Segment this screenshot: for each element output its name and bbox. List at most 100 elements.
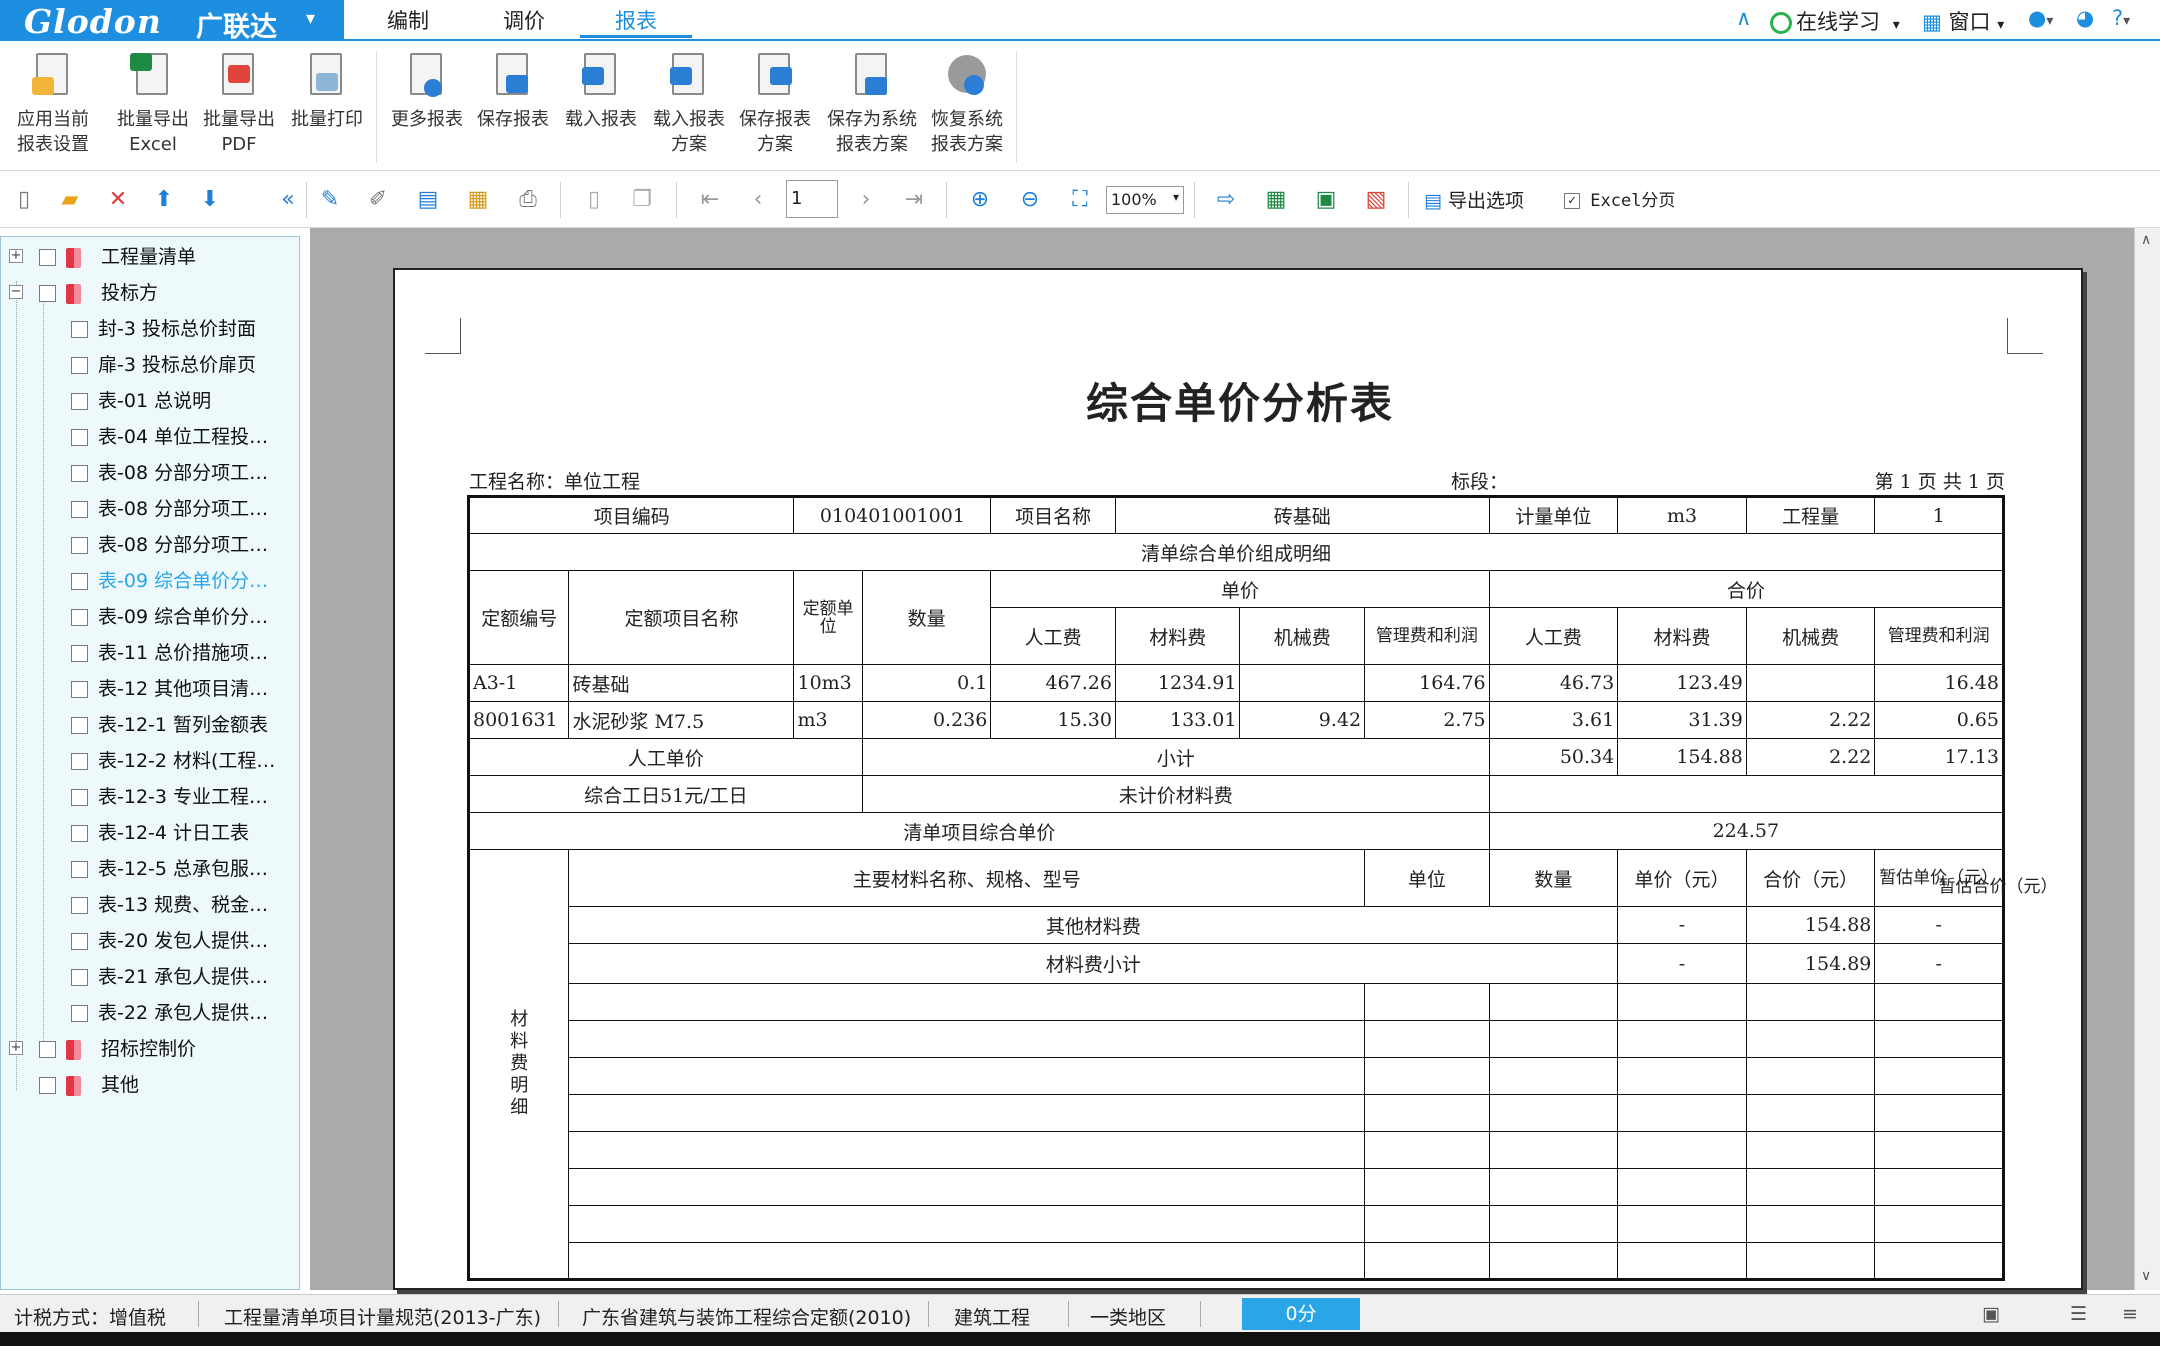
zoom-select[interactable]: 100% ▾ bbox=[1106, 186, 1184, 214]
tree-report-item[interactable]: 表-12-3 专业工程… bbox=[71, 782, 268, 812]
tree-report-item-selected[interactable]: 表-09 综合单价分… bbox=[71, 566, 268, 596]
zoom-in-icon[interactable]: ⊕ bbox=[966, 186, 994, 214]
new-folder-icon[interactable]: ▰ bbox=[56, 186, 84, 214]
online-learning-button[interactable]: 在线学习 ▾ bbox=[1770, 6, 1900, 36]
vertical-scrollbar[interactable]: ∧ ∨ bbox=[2134, 228, 2160, 1290]
save-report-button[interactable]: 保存报表 bbox=[470, 51, 556, 132]
load-report-scheme-button[interactable]: 载入报表 方案 bbox=[646, 51, 732, 157]
checkbox[interactable] bbox=[71, 501, 88, 518]
tree-report-item[interactable]: 表-12-1 暂列金额表 bbox=[71, 710, 268, 740]
tree-report-item[interactable]: 表-12-2 材料(工程… bbox=[71, 746, 275, 776]
tree-report-item[interactable]: 表-21 承包人提供… bbox=[71, 962, 268, 992]
tree-report-item[interactable]: 表-08 分部分项工… bbox=[71, 458, 268, 488]
tab-edit[interactable]: 编制 bbox=[352, 4, 464, 38]
tree-report-item[interactable]: 封-3 投标总价封面 bbox=[71, 314, 256, 344]
checkbox[interactable] bbox=[71, 681, 88, 698]
checkbox[interactable] bbox=[71, 933, 88, 950]
single-page-icon[interactable]: ▯ bbox=[580, 186, 608, 214]
move-up-icon[interactable]: ⬆ bbox=[150, 186, 178, 214]
checkbox[interactable] bbox=[71, 357, 88, 374]
checkbox[interactable] bbox=[39, 1041, 56, 1058]
scroll-down-icon[interactable]: ∨ bbox=[2141, 1268, 2151, 1284]
checkbox[interactable] bbox=[71, 717, 88, 734]
fit-page-icon[interactable]: ⛶ bbox=[1066, 186, 1094, 214]
checkbox[interactable] bbox=[71, 609, 88, 626]
tree-group-bidder[interactable]: 投标方 bbox=[39, 278, 158, 308]
expand-icon[interactable]: + bbox=[9, 1041, 23, 1055]
checkbox[interactable] bbox=[71, 537, 88, 554]
scroll-up-icon[interactable]: ∧ bbox=[2141, 232, 2151, 248]
checkbox[interactable] bbox=[71, 1005, 88, 1022]
zoom-out-icon[interactable]: ⊖ bbox=[1016, 186, 1044, 214]
checkbox[interactable] bbox=[71, 393, 88, 410]
tree-report-item[interactable]: 表-22 承包人提供… bbox=[71, 998, 268, 1028]
export-excel-icon[interactable]: ▦ bbox=[1262, 186, 1290, 214]
checkbox[interactable] bbox=[71, 321, 88, 338]
page-setup-icon[interactable]: ▤ bbox=[414, 186, 442, 214]
collapse-panel-icon[interactable]: « bbox=[274, 186, 302, 214]
checkbox[interactable] bbox=[71, 969, 88, 986]
delete-icon[interactable]: ✕ bbox=[104, 186, 132, 214]
help-button[interactable]: ?▾ bbox=[2112, 6, 2130, 30]
tree-report-item[interactable]: 表-01 总说明 bbox=[71, 386, 211, 416]
checkbox[interactable] bbox=[39, 1077, 56, 1094]
window-menu-button[interactable]: ▦ 窗口 ▾ bbox=[1922, 6, 2004, 36]
export-pdf-icon[interactable]: ▧ bbox=[1362, 186, 1390, 214]
checkbox[interactable] bbox=[71, 789, 88, 806]
tree-group-other[interactable]: 其他 bbox=[39, 1070, 139, 1100]
checkbox[interactable] bbox=[71, 429, 88, 446]
tree-report-item[interactable]: 表-09 综合单价分… bbox=[71, 602, 268, 632]
more-reports-button[interactable]: 更多报表 bbox=[384, 51, 470, 132]
checkbox[interactable] bbox=[71, 861, 88, 878]
tree-report-item[interactable]: 表-12-5 总承包服… bbox=[71, 854, 268, 884]
first-page-icon[interactable]: ⇤ bbox=[696, 186, 724, 214]
checkbox[interactable] bbox=[71, 465, 88, 482]
tree-report-item[interactable]: 表-04 单位工程投… bbox=[71, 422, 268, 452]
export-sheet-icon[interactable]: ▣ bbox=[1312, 186, 1340, 214]
batch-export-excel-button[interactable]: 批量导出 Excel bbox=[110, 51, 196, 157]
expand-icon[interactable]: + bbox=[9, 249, 23, 263]
excel-paging-checkbox[interactable]: ✓ Excel分页 bbox=[1564, 186, 1675, 211]
batch-export-pdf-button[interactable]: 批量导出 PDF bbox=[196, 51, 282, 157]
tree-report-item[interactable]: 扉-3 投标总价扉页 bbox=[71, 350, 256, 380]
checkbox[interactable] bbox=[71, 645, 88, 662]
checkbox[interactable] bbox=[39, 249, 56, 266]
list-view-icon[interactable]: ☰ bbox=[2070, 1303, 2087, 1325]
edit-doc-icon[interactable]: ▦ bbox=[464, 186, 492, 214]
assistant-icon[interactable]: ◕ bbox=[2076, 6, 2094, 30]
tree-report-item[interactable]: 表-08 分部分项工… bbox=[71, 530, 268, 560]
export-icon[interactable]: ⇨ bbox=[1212, 186, 1240, 214]
page-number-input[interactable]: 1 bbox=[786, 180, 838, 218]
tree-group-bid-control-price[interactable]: 招标控制价 bbox=[39, 1034, 196, 1064]
save-report-scheme-button[interactable]: 保存报表 方案 bbox=[732, 51, 818, 157]
app-logo-menu[interactable]: Glodon 广联达 ▾ bbox=[0, 0, 344, 43]
checkbox[interactable] bbox=[71, 573, 88, 590]
tree-report-item[interactable]: 表-13 规费、税金… bbox=[71, 890, 268, 920]
tree-report-item[interactable]: 表-20 发包人提供… bbox=[71, 926, 268, 956]
checkbox[interactable] bbox=[39, 285, 56, 302]
restore-system-scheme-button[interactable]: 恢复系统 报表方案 bbox=[924, 51, 1010, 157]
score-button[interactable]: 0分 bbox=[1242, 1298, 1360, 1330]
design-icon[interactable]: ✐ bbox=[364, 186, 392, 214]
checkbox[interactable] bbox=[71, 825, 88, 842]
checkbox[interactable] bbox=[71, 897, 88, 914]
tree-report-item[interactable]: 表-12 其他项目清… bbox=[71, 674, 268, 704]
print-icon[interactable]: ⎙ bbox=[514, 186, 542, 214]
collapse-icon[interactable]: − bbox=[9, 285, 23, 299]
new-file-icon[interactable]: ▯ bbox=[10, 186, 38, 214]
batch-print-button[interactable]: 批量打印 bbox=[284, 51, 370, 132]
tab-price-adjust[interactable]: 调价 bbox=[468, 4, 580, 38]
next-page-icon[interactable]: › bbox=[852, 186, 880, 214]
single-view-icon[interactable]: ▣ bbox=[1982, 1303, 2000, 1325]
tree-report-item[interactable]: 表-11 总价措施项… bbox=[71, 638, 268, 668]
checkbox[interactable] bbox=[71, 753, 88, 770]
tree-group-quantity-list[interactable]: 工程量清单 bbox=[39, 242, 196, 272]
last-page-icon[interactable]: ⇥ bbox=[900, 186, 928, 214]
save-system-scheme-button[interactable]: 保存为系统 报表方案 bbox=[822, 51, 922, 157]
tree-report-item[interactable]: 表-12-4 计日工表 bbox=[71, 818, 249, 848]
load-report-button[interactable]: 载入报表 bbox=[558, 51, 644, 132]
edit-report-icon[interactable]: ✎ bbox=[316, 186, 344, 214]
chevron-up-icon[interactable]: ∧ bbox=[1736, 6, 1751, 30]
move-down-icon[interactable]: ⬇ bbox=[196, 186, 224, 214]
prev-page-icon[interactable]: ‹ bbox=[744, 186, 772, 214]
